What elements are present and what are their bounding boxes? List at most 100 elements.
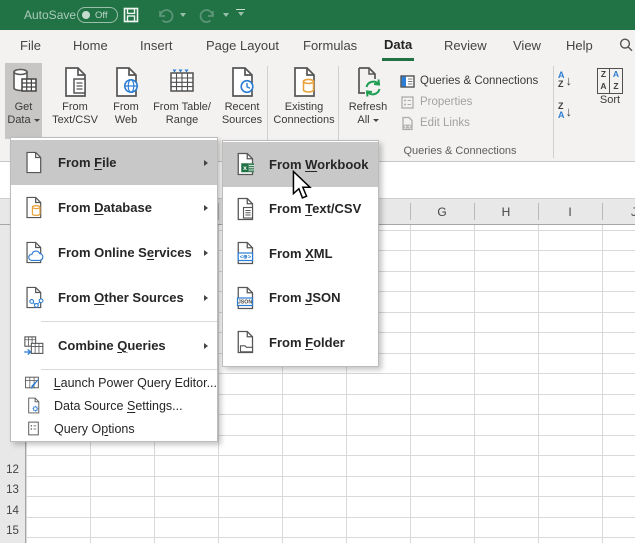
column-header-I[interactable]: I: [538, 199, 602, 224]
edit-links-icon: [400, 116, 415, 131]
row-header-14[interactable]: 14: [0, 501, 25, 522]
autosave-toggle[interactable]: Off: [77, 7, 118, 23]
save-button[interactable]: [122, 0, 140, 30]
sort-label: Sort: [600, 94, 620, 106]
save-icon: [122, 6, 140, 24]
file-icon: [21, 151, 45, 174]
menu-item-combine-queries[interactable]: Combine Queries: [11, 323, 217, 368]
menu-item-query-options[interactable]: Query Options: [11, 417, 217, 440]
cloud-file-icon: [21, 241, 45, 264]
folder-icon: [232, 330, 258, 354]
row-header-15[interactable]: 15: [0, 521, 25, 542]
column-header-separator: [538, 203, 539, 220]
customize-quick-access-button[interactable]: [236, 9, 245, 16]
sort-descending-button[interactable]: ZA ↓: [558, 102, 572, 121]
existing-connections-icon: [288, 66, 320, 98]
gridline: [26, 476, 635, 477]
queries-connections-button[interactable]: Queries & Connections: [400, 72, 538, 90]
gridline: [26, 455, 635, 456]
search-button[interactable]: [618, 37, 634, 58]
json-icon: JSON: [232, 286, 258, 310]
refresh-all-label-1: Refresh: [349, 101, 388, 114]
chevron-down-icon: [238, 12, 244, 16]
column-header-H[interactable]: H: [474, 199, 538, 224]
down-arrow-icon: ↓: [566, 104, 573, 119]
gridline: [26, 496, 635, 497]
submenu-item-from-folder[interactable]: From Folder: [223, 320, 378, 365]
recent-sources-button[interactable]: Recent Sources: [218, 63, 266, 139]
recent-sources-label-2: Sources: [222, 114, 262, 127]
text-file-icon: [59, 66, 91, 98]
tab-review[interactable]: Review: [442, 30, 489, 61]
submenu-arrow-icon: [204, 160, 208, 166]
column-header-G[interactable]: G: [410, 199, 474, 224]
from-text-csv-label-2: Text/CSV: [52, 114, 98, 127]
undo-dropdown[interactable]: [180, 0, 186, 30]
gridline: [26, 517, 635, 518]
existing-connections-button[interactable]: Existing Connections: [272, 63, 336, 139]
tab-help[interactable]: Help: [564, 30, 595, 61]
refresh-all-label-2: All: [357, 114, 378, 127]
group-label-queries-connections: Queries & Connections: [360, 145, 560, 157]
tab-page-layout[interactable]: Page Layout: [204, 30, 281, 61]
sort-ascending-button[interactable]: AZ ↓: [558, 71, 572, 90]
sort-za-icon: ZA: [558, 102, 565, 121]
recent-sources-label-1: Recent: [225, 101, 260, 114]
submenu-arrow-icon: [204, 295, 208, 301]
menu-separator: [41, 321, 217, 322]
undo-button[interactable]: [155, 0, 175, 30]
title-bar: AutoSave Off: [0, 0, 635, 30]
text-csv-icon: [232, 197, 258, 221]
menu-item-from-online-services[interactable]: From Online Services: [11, 230, 217, 275]
refresh-all-button[interactable]: Refresh All: [341, 63, 395, 139]
tab-data[interactable]: Data: [382, 30, 414, 61]
edit-links-label: Edit Links: [420, 117, 470, 129]
from-table-range-button[interactable]: From Table/ Range: [148, 63, 216, 139]
from-text-csv-button[interactable]: From Text/CSV: [47, 63, 103, 139]
get-data-button[interactable]: Get Data: [5, 63, 42, 139]
search-icon: [618, 37, 634, 53]
svg-text:JSON: JSON: [238, 299, 253, 305]
submenu-arrow-icon: [204, 343, 208, 349]
existing-connections-label-1: Existing: [285, 101, 324, 114]
menu-item-launch-power-query-editor[interactable]: Launch Power Query Editor...: [11, 371, 217, 394]
queries-pane-icon: [400, 74, 415, 89]
globe-file-icon: [110, 66, 142, 98]
get-data-label-2: Data: [7, 114, 39, 127]
menu-item-from-other-sources[interactable]: From Other Sources: [11, 275, 217, 320]
edit-links-button: Edit Links: [400, 114, 470, 132]
down-arrow-icon: ↓: [566, 73, 573, 88]
autosave-state: Off: [95, 10, 108, 21]
tab-home[interactable]: Home: [71, 30, 110, 61]
dropdown-caret-icon: [373, 119, 379, 122]
toggle-knob-icon: [82, 11, 90, 19]
tab-formulas[interactable]: Formulas: [301, 30, 359, 61]
column-header-separator: [218, 203, 219, 220]
svg-text:<⊕>: <⊕>: [240, 255, 252, 261]
tab-file[interactable]: File: [18, 30, 43, 61]
menu-item-from-database[interactable]: From Database: [11, 185, 217, 230]
menu-item-from-file[interactable]: From File: [11, 140, 217, 185]
submenu-arrow-icon: [204, 250, 208, 256]
svg-text:x: x: [243, 165, 247, 172]
from-web-button[interactable]: From Web: [106, 63, 146, 139]
queries-connections-label: Queries & Connections: [420, 75, 538, 87]
redo-button[interactable]: [198, 0, 218, 30]
tab-insert[interactable]: Insert: [138, 30, 175, 61]
properties-label: Properties: [420, 96, 472, 108]
customize-bar-icon: [236, 9, 245, 10]
menu-item-data-source-settings[interactable]: Data Source Settings...: [11, 394, 217, 417]
row-header-13[interactable]: 13: [0, 480, 25, 501]
refresh-icon: [351, 65, 385, 99]
query-options-icon: [23, 420, 43, 437]
gridline: [26, 537, 635, 538]
tab-view[interactable]: View: [511, 30, 543, 61]
row-header-12[interactable]: 12: [0, 460, 25, 481]
database-file-icon: [21, 196, 45, 219]
submenu-item-from-json[interactable]: JSON From JSON: [223, 276, 378, 321]
redo-dropdown[interactable]: [223, 0, 229, 30]
submenu-item-from-xml[interactable]: <⊕> From XML: [223, 231, 378, 276]
sort-button[interactable]: ZA AZ Sort: [588, 64, 632, 136]
column-header-J[interactable]: J: [602, 199, 635, 224]
chevron-down-icon: [223, 13, 229, 17]
